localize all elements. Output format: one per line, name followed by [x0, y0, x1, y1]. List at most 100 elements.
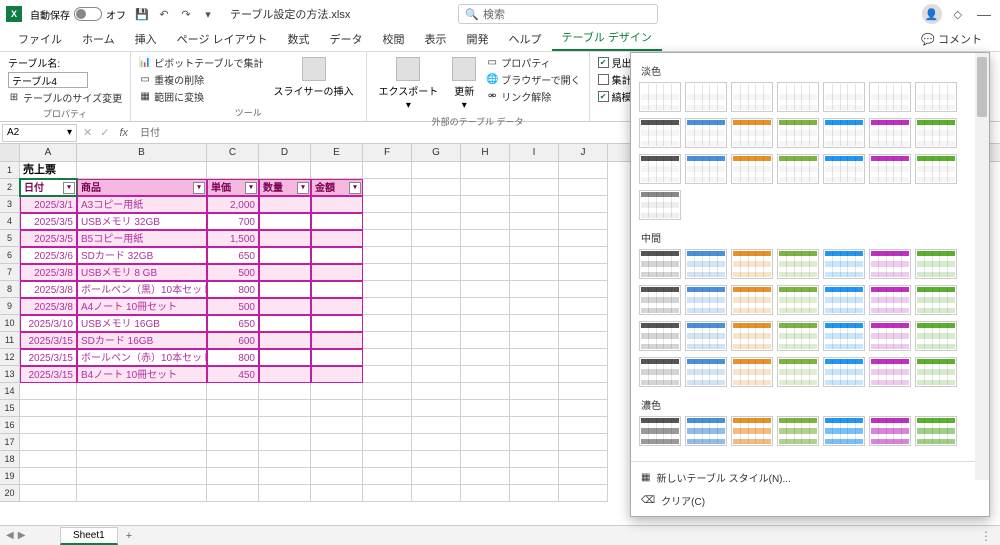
cell[interactable]: 600	[207, 332, 259, 349]
table-style-thumbnail[interactable]	[777, 416, 819, 446]
table-style-thumbnail[interactable]	[639, 82, 681, 112]
cell[interactable]	[311, 264, 363, 281]
cell[interactable]	[77, 400, 207, 417]
column-header[interactable]: B	[77, 144, 207, 161]
cell[interactable]: 日付▾	[20, 179, 77, 196]
filter-dropdown-icon[interactable]: ▾	[349, 182, 361, 194]
cell[interactable]	[461, 366, 510, 383]
cell[interactable]	[207, 417, 259, 434]
fx-icon[interactable]: fx	[113, 127, 134, 139]
cell[interactable]	[259, 332, 311, 349]
table-style-thumbnail[interactable]	[639, 416, 681, 446]
add-sheet-button[interactable]: +	[118, 528, 140, 544]
cell[interactable]	[363, 264, 412, 281]
styles-scroll-area[interactable]: 淡色中間濃色	[631, 53, 989, 461]
cell[interactable]: 700	[207, 213, 259, 230]
sheet-tab[interactable]: Sheet1	[60, 527, 118, 545]
cell[interactable]	[559, 247, 608, 264]
cell[interactable]: 650	[207, 247, 259, 264]
convert-range-button[interactable]: ▦範囲に変換	[139, 89, 263, 104]
ribbon-tab[interactable]: ヘルプ	[499, 27, 552, 51]
table-style-thumbnail[interactable]	[777, 82, 819, 112]
cell[interactable]	[259, 400, 311, 417]
cells-grid[interactable]: 売上票日付▾商品▾単価▾数量▾金額▾2025/3/1A3コピー用紙2,00020…	[20, 162, 608, 502]
cell[interactable]	[559, 298, 608, 315]
cell[interactable]	[207, 451, 259, 468]
undo-icon[interactable]: ↶	[156, 6, 172, 22]
cell[interactable]	[311, 485, 363, 502]
ribbon-tab[interactable]: ホーム	[72, 27, 125, 51]
cell[interactable]	[559, 179, 608, 196]
cell[interactable]	[461, 179, 510, 196]
ribbon-tab[interactable]: 校閲	[373, 27, 415, 51]
cell[interactable]	[412, 485, 461, 502]
cell[interactable]	[412, 315, 461, 332]
cell[interactable]	[461, 213, 510, 230]
row-header[interactable]: 16	[0, 417, 20, 434]
cell[interactable]	[207, 162, 259, 179]
table-style-thumbnail[interactable]	[731, 416, 773, 446]
cell[interactable]	[259, 281, 311, 298]
filter-dropdown-icon[interactable]: ▾	[193, 182, 205, 194]
row-header[interactable]: 12	[0, 349, 20, 366]
cell[interactable]	[363, 213, 412, 230]
next-sheet-icon[interactable]: ▶	[18, 530, 26, 541]
cell[interactable]	[559, 400, 608, 417]
column-header[interactable]: H	[461, 144, 510, 161]
cell[interactable]	[363, 179, 412, 196]
cell[interactable]	[461, 281, 510, 298]
table-style-thumbnail[interactable]	[731, 154, 773, 184]
cell[interactable]	[559, 451, 608, 468]
cell[interactable]: ボールペン（赤）10本セット	[77, 349, 207, 366]
table-style-thumbnail[interactable]	[685, 118, 727, 148]
cell[interactable]: 売上票	[20, 162, 77, 179]
cell[interactable]	[259, 162, 311, 179]
filter-dropdown-icon[interactable]: ▾	[297, 182, 309, 194]
table-style-thumbnail[interactable]	[869, 321, 911, 351]
column-header[interactable]: I	[510, 144, 559, 161]
redo-icon[interactable]: ↷	[178, 6, 194, 22]
table-style-thumbnail[interactable]	[869, 154, 911, 184]
cell[interactable]: 2025/3/8	[20, 298, 77, 315]
cell[interactable]	[311, 417, 363, 434]
row-header[interactable]: 4	[0, 213, 20, 230]
cell[interactable]: 単価▾	[207, 179, 259, 196]
cell[interactable]	[412, 468, 461, 485]
gallery-scrollbar[interactable]	[975, 53, 989, 480]
cell[interactable]	[77, 383, 207, 400]
cell[interactable]	[559, 468, 608, 485]
cell[interactable]	[77, 434, 207, 451]
table-style-thumbnail[interactable]	[731, 357, 773, 387]
cell[interactable]	[559, 281, 608, 298]
cell[interactable]	[20, 434, 77, 451]
filter-dropdown-icon[interactable]: ▾	[63, 182, 75, 194]
cell[interactable]	[363, 349, 412, 366]
cell[interactable]	[510, 400, 559, 417]
table-style-thumbnail[interactable]	[915, 249, 957, 279]
cell[interactable]	[510, 366, 559, 383]
cell[interactable]	[412, 179, 461, 196]
cell[interactable]	[461, 349, 510, 366]
cell[interactable]: 2025/3/8	[20, 264, 77, 281]
table-style-thumbnail[interactable]	[731, 82, 773, 112]
cell[interactable]	[559, 434, 608, 451]
table-style-thumbnail[interactable]	[869, 285, 911, 315]
cell[interactable]	[559, 417, 608, 434]
cell[interactable]	[412, 451, 461, 468]
cell[interactable]: A3コピー用紙	[77, 196, 207, 213]
cell[interactable]: 1,500	[207, 230, 259, 247]
ribbon-tab[interactable]: ファイル	[8, 27, 72, 51]
cell[interactable]	[77, 417, 207, 434]
cell[interactable]	[259, 213, 311, 230]
cell[interactable]: 2025/3/15	[20, 366, 77, 383]
cell[interactable]	[363, 366, 412, 383]
cell[interactable]	[311, 230, 363, 247]
table-style-thumbnail[interactable]	[915, 154, 957, 184]
row-header[interactable]: 15	[0, 400, 20, 417]
cell[interactable]	[559, 332, 608, 349]
row-header[interactable]: 2	[0, 179, 20, 196]
display-settings-icon[interactable]: ⋮	[980, 529, 992, 543]
cell[interactable]	[412, 281, 461, 298]
cell[interactable]	[259, 468, 311, 485]
column-header[interactable]: A	[20, 144, 77, 161]
